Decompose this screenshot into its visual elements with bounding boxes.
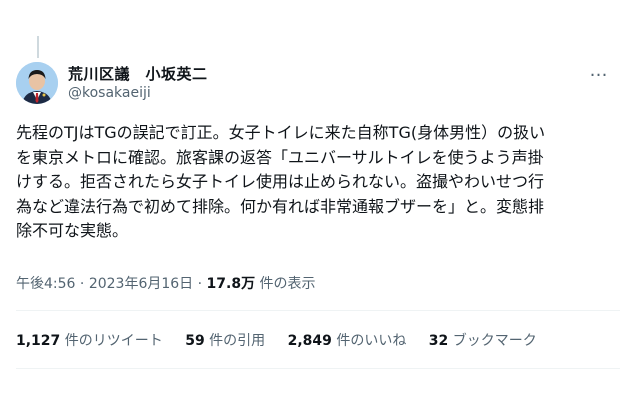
tweet-text-line: を東京メトロに確認。旅客課の返答「ユニバーサルトイレを使うよう声掛 xyxy=(16,147,544,167)
tweet-text: 先程のTJはTGの誤記で訂正。女子トイレに来た自称TG(身体男性）の扱い を東京… xyxy=(16,121,616,244)
likes-stat[interactable]: 2,849 件のいいね xyxy=(288,330,407,350)
quote-label: 件の引用 xyxy=(209,333,266,349)
meta-separator: · xyxy=(75,276,89,292)
divider xyxy=(16,368,620,369)
like-label: 件のいいね xyxy=(336,333,407,349)
tweet-date[interactable]: 2023年6月16日 xyxy=(89,276,193,292)
avatar[interactable] xyxy=(16,62,58,104)
quote-count: 59 xyxy=(185,333,205,349)
divider xyxy=(16,310,620,311)
tweet-meta: 午後4:56 · 2023年6月16日 · 17.8万 件の表示 xyxy=(16,273,316,293)
tweet-text-line: 除不可な実態。 xyxy=(16,221,129,240)
more-options-icon[interactable]: … xyxy=(584,62,614,84)
user-handle[interactable]: @kosakaeiji xyxy=(68,85,151,101)
tweet-text-line: けする。拒否されたら女子トイレ使用は止められない。盗撮やわいせつ行 xyxy=(16,172,545,191)
tweet-time[interactable]: 午後4:56 xyxy=(16,276,75,292)
bookmarks-stat[interactable]: 32 ブックマーク xyxy=(429,330,537,350)
profile-photo-icon xyxy=(16,62,58,104)
tweet-text-line: 為など違法行為で初めて排除。何か有れば非常通報ブザーを」と。変態排 xyxy=(16,196,545,216)
like-count: 2,849 xyxy=(287,333,332,349)
bookmark-label: ブックマーク xyxy=(452,333,537,349)
tweet-text-line: 先程のTJはTGの誤記で訂正。女子トイレに来た自称TG(身体男性）の扱い xyxy=(16,123,546,142)
meta-separator: · xyxy=(193,276,207,292)
retweet-label: 件のリツイート xyxy=(64,333,163,349)
view-count[interactable]: 17.8万 xyxy=(207,276,256,292)
quotes-stat[interactable]: 59 件の引用 xyxy=(185,330,265,350)
engagement-stats: 1,127 件のリツイート 59 件の引用 2,849 件のいいね 32 ブック… xyxy=(16,330,555,350)
display-name[interactable]: 荒川区議 小坂英二 xyxy=(68,63,208,84)
retweet-count: 1,127 xyxy=(16,333,61,349)
view-count-label: 件の表示 xyxy=(255,276,316,292)
retweets-stat[interactable]: 1,127 件のリツイート xyxy=(16,330,163,350)
thread-connector-line xyxy=(37,36,39,58)
bookmark-count: 32 xyxy=(428,333,449,349)
